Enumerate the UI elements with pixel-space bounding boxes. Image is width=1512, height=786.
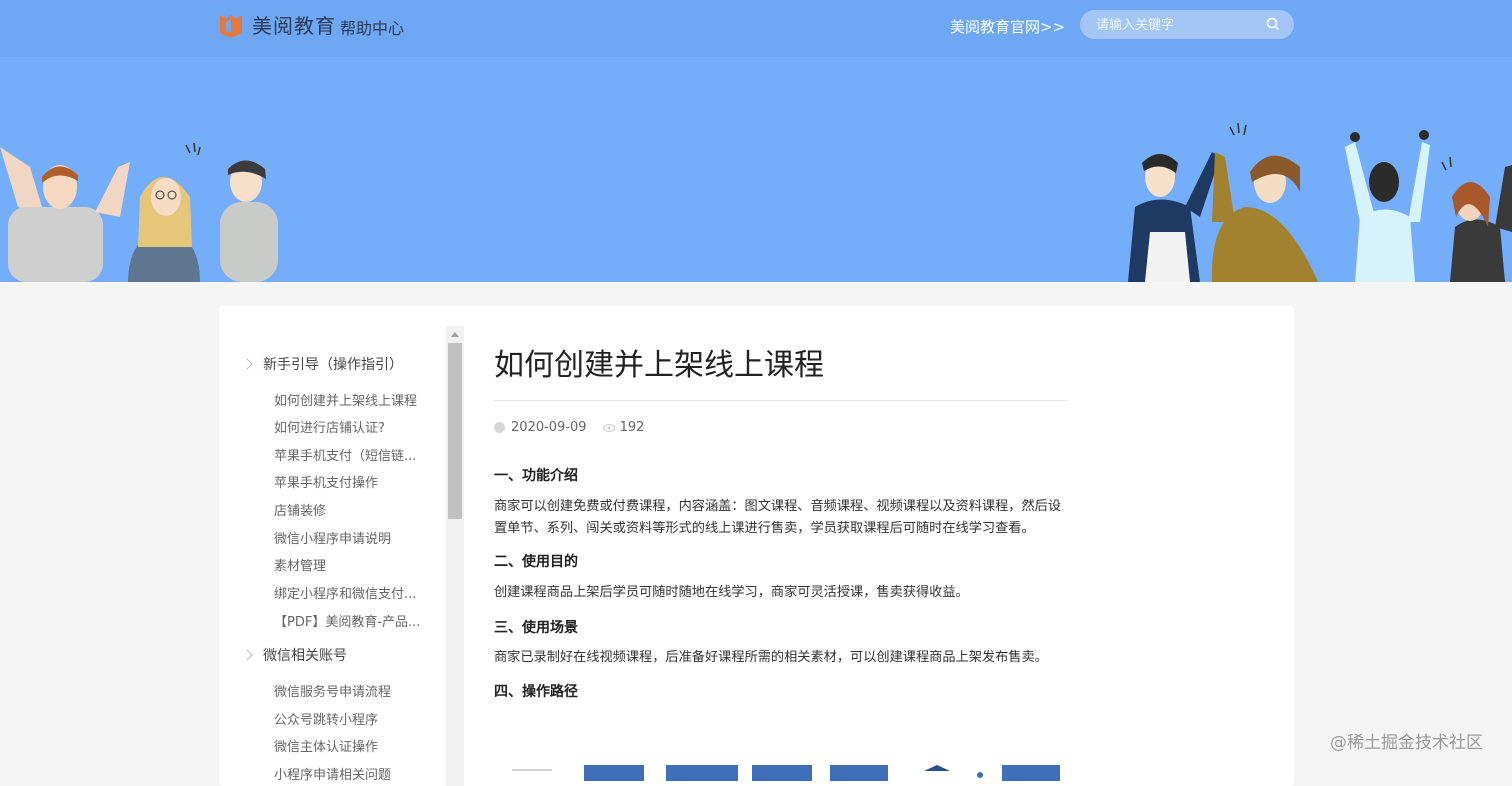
- content-card: 新手引导（操作指引） 如何创建并上架线上课程 如何进行店铺认证? 苹果手机支付（…: [219, 306, 1294, 786]
- section-text: 商家已录制好在线视频课程，后准备好课程所需的相关素材，可以创建课程商品上架发布售…: [494, 650, 1048, 665]
- scroll-up-arrow-icon[interactable]: [451, 332, 459, 337]
- person-right-2: [1211, 122, 1318, 282]
- person-right-4: [1441, 156, 1512, 282]
- flow-diagram: [512, 765, 1060, 781]
- sidebar-item[interactable]: 【PDF】美阅教育-产品...: [274, 611, 420, 630]
- person-left-2: [128, 177, 200, 282]
- hero-banner: [0, 57, 1512, 282]
- person-left-1: [0, 147, 130, 282]
- sidebar-item[interactable]: 苹果手机支付（短信链...: [274, 445, 416, 464]
- section-text: 创建课程商品上架后学员可随时随地在线学习，商家可灵活授课，售卖获得收益。: [494, 585, 969, 600]
- sidebar-item[interactable]: 微信服务号申请流程: [274, 681, 391, 700]
- section-heading: 一、功能介绍: [494, 468, 578, 484]
- brand-subtitle: 帮助中心: [340, 18, 405, 38]
- clock-icon: [494, 422, 505, 433]
- section-text: 商家可以创建免费或付费课程，内容涵盖：图文课程、音频课程、视频课程以及资料课程，…: [494, 499, 1062, 536]
- sidebar-item[interactable]: 如何创建并上架线上课程: [274, 390, 417, 409]
- title-divider: [494, 400, 1067, 401]
- brand-name: 美阅教育: [252, 14, 336, 38]
- person-right-3: [1345, 130, 1430, 282]
- people-illustration: [0, 122, 1512, 282]
- sidebar-item[interactable]: 如何进行店铺认证?: [274, 417, 385, 436]
- sidebar-item[interactable]: 绑定小程序和微信支付...: [274, 583, 416, 602]
- sidebar-group-label: 新手引导（操作指引）: [263, 357, 403, 373]
- article-date: 2020-09-09: [511, 420, 587, 435]
- watermark: @稀土掘金技术社区: [1330, 733, 1483, 753]
- article-meta: 2020-09-09 192: [494, 420, 644, 435]
- search-box[interactable]: [1080, 10, 1294, 39]
- article-views: 192: [619, 420, 645, 435]
- section-heading: 三、使用场景: [494, 620, 578, 636]
- sidebar-item[interactable]: 店铺装修: [274, 500, 326, 519]
- sidebar-item[interactable]: 公众号跳转小程序: [274, 709, 378, 728]
- sidebar-scrollbar[interactable]: [446, 326, 464, 786]
- section-heading: 二、使用目的: [494, 554, 578, 570]
- top-navbar: 美阅教育 帮助中心 美阅教育官网>>: [0, 0, 1512, 57]
- sidebar-nav: 新手引导（操作指引） 如何创建并上架线上课程 如何进行店铺认证? 苹果手机支付（…: [219, 326, 464, 786]
- section-heading: 四、操作路径: [494, 684, 578, 700]
- sidebar-item[interactable]: 微信主体认证操作: [274, 736, 378, 755]
- person-left-3: [185, 142, 278, 282]
- chevron-right-icon: [241, 358, 253, 370]
- scrollbar-thumb[interactable]: [448, 343, 462, 519]
- search-input[interactable]: [1094, 15, 1268, 36]
- sidebar-item[interactable]: 素材管理: [274, 555, 326, 574]
- sidebar-group-wechat[interactable]: 微信相关账号: [241, 645, 347, 665]
- logo[interactable]: 美阅教育 帮助中心: [218, 10, 404, 39]
- person-right-1: [1128, 152, 1220, 282]
- official-site-link[interactable]: 美阅教育官网>>: [950, 16, 1065, 37]
- chevron-right-icon: [241, 649, 253, 661]
- search-icon[interactable]: [1266, 17, 1280, 31]
- sidebar-group-beginner[interactable]: 新手引导（操作指引）: [241, 354, 403, 374]
- eye-icon: [602, 423, 615, 432]
- sidebar-item[interactable]: 苹果手机支付操作: [274, 472, 378, 491]
- article-title: 如何创建并上架线上课程: [494, 348, 824, 383]
- sidebar-group-label: 微信相关账号: [263, 648, 347, 664]
- logo-icon: [220, 14, 242, 38]
- sidebar-item[interactable]: 小程序申请相关问题: [274, 764, 391, 783]
- sidebar-item[interactable]: 微信小程序申请说明: [274, 528, 391, 547]
